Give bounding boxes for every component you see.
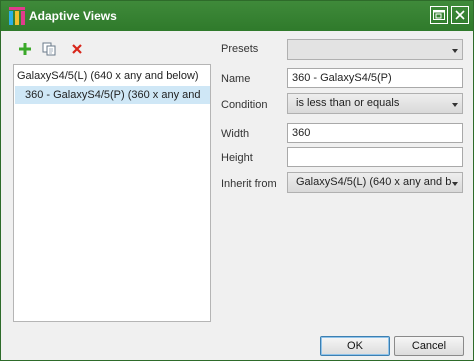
title-bar: Adaptive Views [1,1,473,31]
copy-icon [42,42,56,56]
inherit-from-label: Inherit from [221,178,277,190]
height-label: Height [221,152,253,164]
delete-view-button[interactable] [69,41,85,57]
views-list[interactable]: GalaxyS4/5(L) (640 x any and below) 360 … [13,64,211,322]
cancel-button[interactable]: Cancel [394,336,464,356]
ok-button[interactable]: OK [320,336,390,356]
list-item-selected[interactable]: 360 - GalaxyS4/5(P) (360 x any and [15,86,210,104]
list-item[interactable]: GalaxyS4/5(L) (640 x any and below) [15,67,211,85]
width-label: Width [221,128,250,140]
chevron-down-icon [452,182,458,186]
presets-dropdown[interactable] [287,39,463,60]
restore-icon [433,10,445,20]
close-icon [455,10,465,20]
chevron-down-icon [452,103,458,107]
name-label: Name [221,73,251,85]
close-button[interactable] [451,6,469,24]
condition-value: is less than or equals [296,97,400,109]
name-field[interactable]: 360 - GalaxyS4/5(P) [287,68,463,88]
inherit-from-dropdown[interactable]: GalaxyS4/5(L) (640 x any and b [287,172,463,193]
app-icon [9,7,25,25]
condition-label: Condition [221,99,268,111]
close-x-icon [72,44,82,54]
width-field[interactable]: 360 [287,123,463,143]
add-view-button[interactable] [17,41,33,57]
presets-label: Presets [221,43,259,55]
height-field[interactable] [287,147,463,167]
inherit-from-value: GalaxyS4/5(L) (640 x any and b [296,176,452,188]
plus-icon [19,43,31,55]
dialog-title: Adaptive Views [29,9,117,23]
restore-button[interactable] [430,6,448,24]
duplicate-view-button[interactable] [41,41,57,57]
adaptive-views-dialog: Adaptive Views GalaxyS4/5(L) (640 x any … [0,0,474,361]
condition-dropdown[interactable]: is less than or equals [287,93,463,114]
chevron-down-icon [452,49,458,53]
